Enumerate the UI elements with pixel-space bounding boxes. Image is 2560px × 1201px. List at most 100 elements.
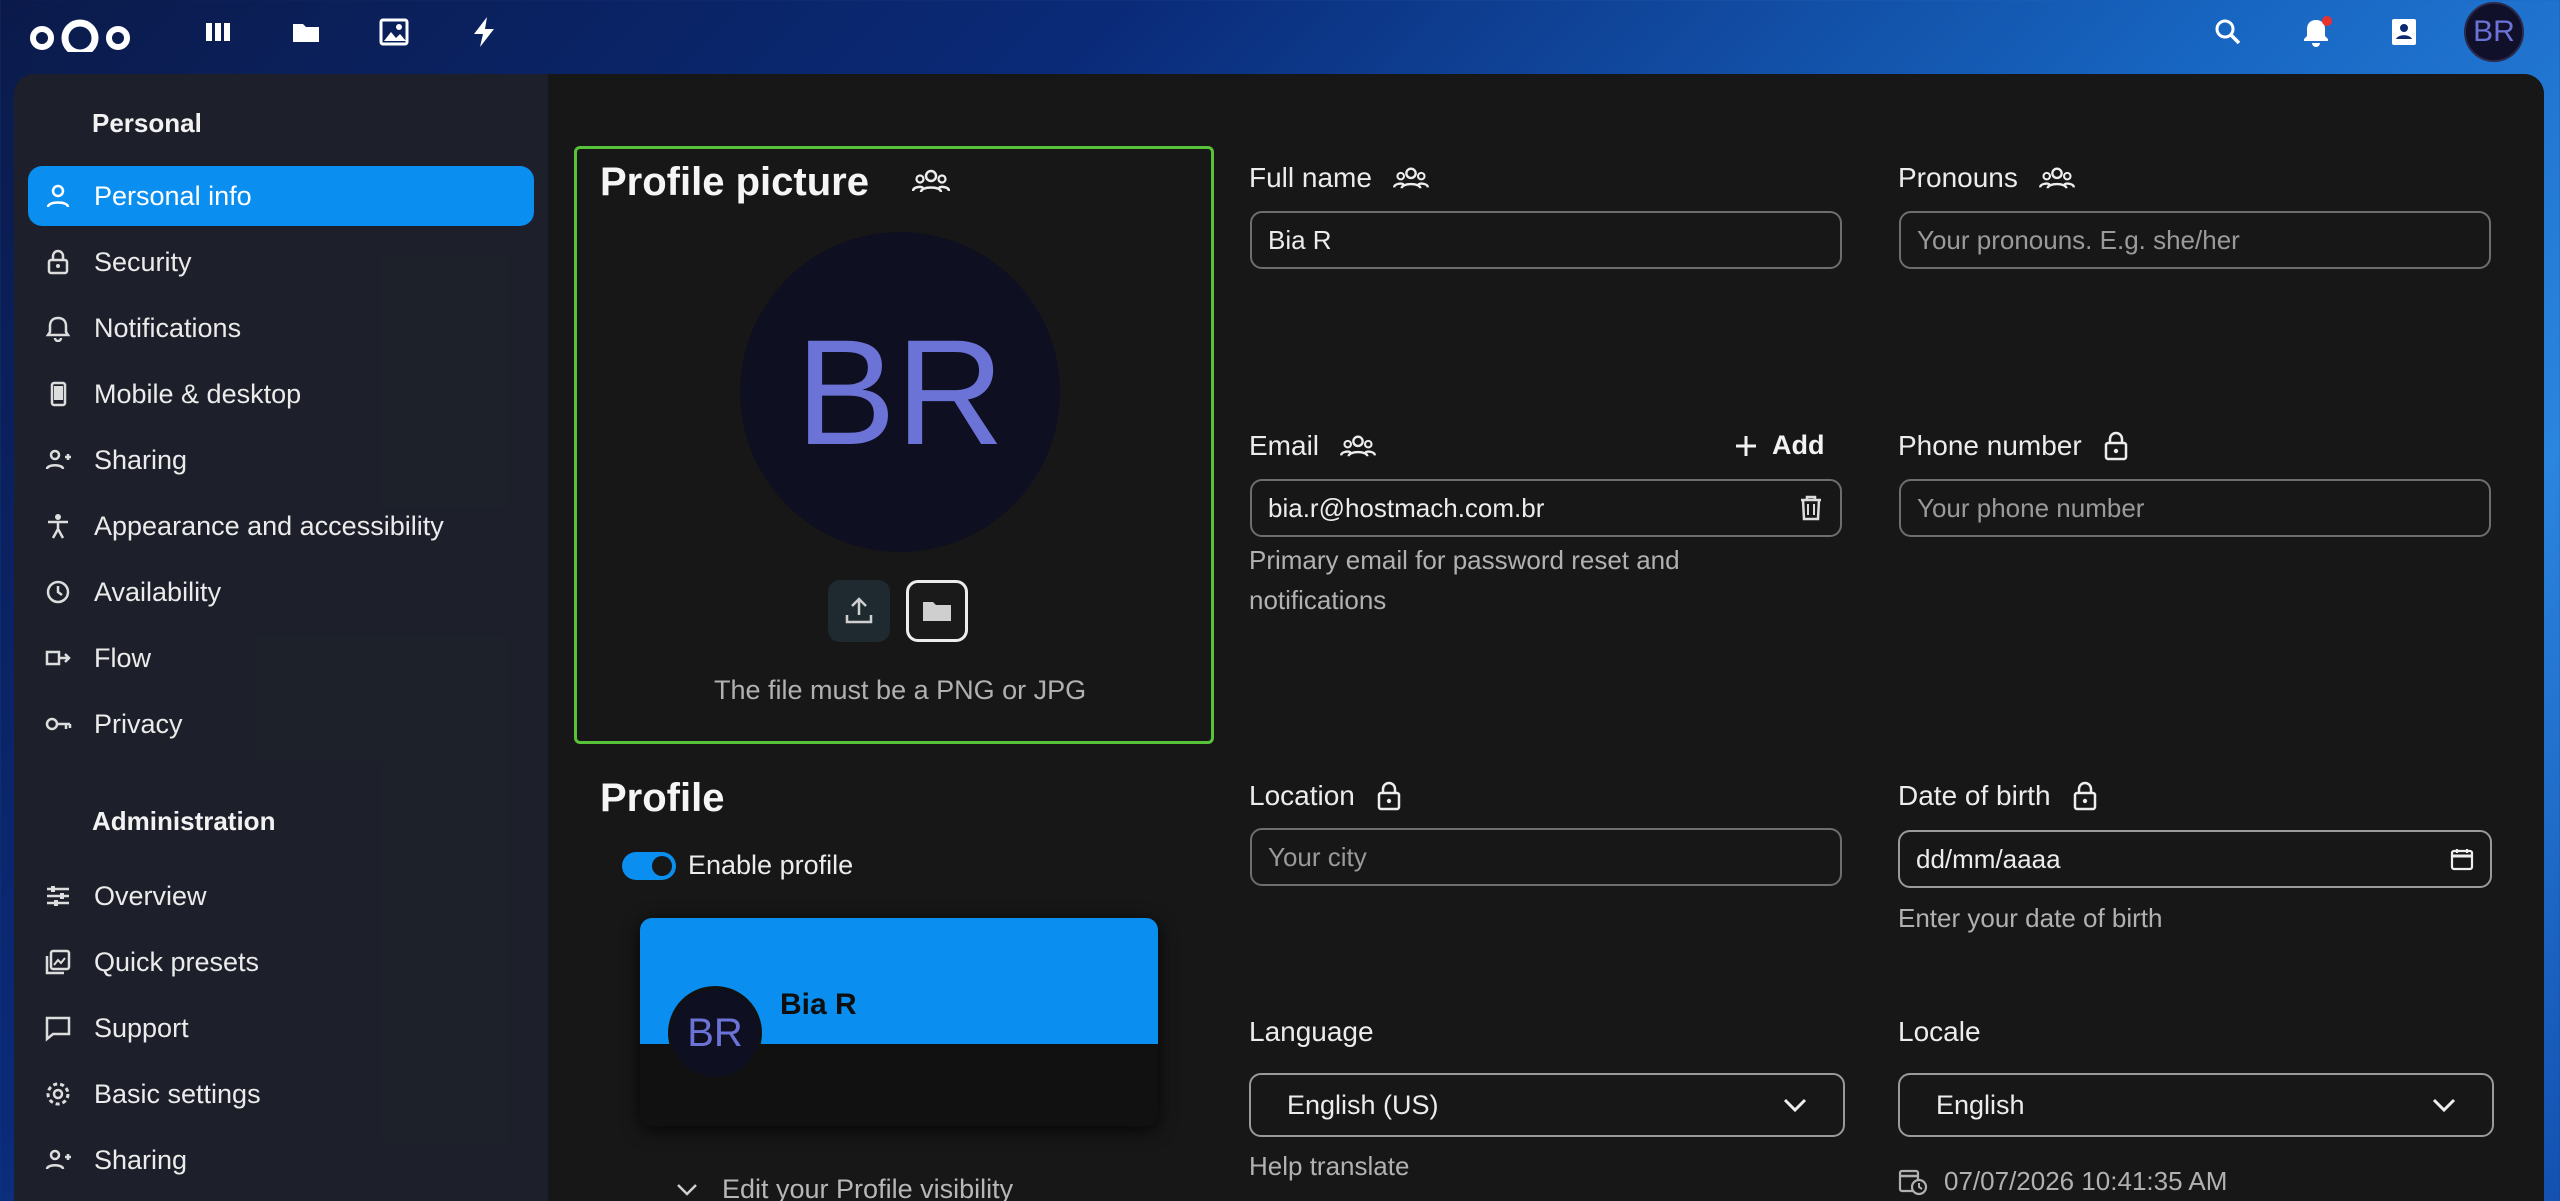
pronouns-label: Pronouns	[1898, 162, 2076, 194]
profile-picture-avatar: BR	[740, 232, 1060, 552]
sidebar-item-label: Sharing	[94, 1144, 188, 1175]
lock-icon[interactable]	[1375, 780, 1403, 812]
profile-picture-title: Profile picture	[600, 160, 869, 204]
add-email-button[interactable]: Add	[1734, 430, 1824, 461]
sidebar-item-mobile-desktop[interactable]: Mobile & desktop	[28, 364, 534, 424]
chat-icon	[42, 1012, 74, 1044]
lock-icon	[42, 246, 74, 278]
nextcloud-logo[interactable]	[24, 8, 136, 52]
sidebar-item-overview[interactable]: Overview	[28, 866, 534, 926]
clock-icon	[42, 576, 74, 608]
trash-icon[interactable]	[1798, 494, 1824, 522]
key-icon	[42, 708, 74, 740]
plus-icon	[1736, 435, 1756, 456]
administration-section-title: Administration	[92, 806, 276, 836]
activity-icon[interactable]	[464, 12, 504, 52]
top-header: BR	[0, 0, 2560, 74]
choose-from-files-button[interactable]	[906, 580, 968, 642]
location-input[interactable]: Your city	[1250, 828, 1842, 886]
sidebar-item-quick-presets[interactable]: Quick presets	[28, 932, 534, 992]
profile-section-title: Profile	[600, 776, 725, 820]
upload-picture-button[interactable]	[828, 580, 890, 642]
phone-label: Phone number	[1898, 430, 2130, 462]
language-value: English (US)	[1287, 1089, 1439, 1120]
user-avatar[interactable]: BR	[2464, 2, 2524, 62]
person-icon	[42, 180, 74, 212]
personal-section-title: Personal	[92, 108, 202, 138]
sidebar-item-label: Mobile & desktop	[94, 378, 302, 409]
dashboard-icon[interactable]	[198, 12, 238, 52]
language-select[interactable]: English (US)	[1249, 1073, 1845, 1137]
sidebar-item-security[interactable]: Security	[28, 232, 534, 292]
chevron-down-icon	[1783, 1098, 1807, 1113]
group-icon[interactable]	[911, 166, 951, 201]
profile-visibility-toggle[interactable]: Edit your Profile visibility	[676, 1174, 1013, 1201]
sidebar-item-label: Notifications	[94, 312, 242, 343]
notifications-icon[interactable]	[2294, 10, 2338, 54]
profile-preview-name: Bia R	[780, 988, 857, 1021]
dob-label: Date of birth	[1898, 780, 2099, 812]
settings-sidebar: Personal Personal info Security Notifica…	[14, 74, 548, 1201]
dob-input[interactable]: dd/mm/aaaa	[1898, 830, 2492, 888]
locale-value: English	[1936, 1089, 2025, 1120]
sidebar-item-notifications[interactable]: Notifications	[28, 298, 534, 358]
sidebar-item-appearance[interactable]: Appearance and accessibility	[28, 496, 534, 556]
search-icon[interactable]	[2206, 10, 2250, 54]
lock-icon[interactable]	[2071, 780, 2099, 812]
group-icon[interactable]	[1392, 164, 1430, 192]
chevron-down-icon	[677, 1183, 697, 1196]
email-label: Email	[1249, 430, 1377, 462]
chevron-down-icon	[2432, 1098, 2456, 1113]
sidebar-item-label: Personal info	[94, 180, 252, 211]
sidebar-item-label: Security	[94, 246, 192, 277]
sidebar-item-sharing[interactable]: Sharing	[28, 430, 534, 490]
dob-hint: Enter your date of birth	[1898, 903, 2163, 933]
lock-icon[interactable]	[2102, 430, 2130, 462]
sidebar-item-admin-sharing[interactable]: Sharing	[28, 1130, 534, 1190]
email-input[interactable]: bia.r@hostmach.com.br	[1250, 479, 1842, 537]
notification-badge	[2322, 16, 2332, 26]
enable-profile-toggle[interactable]	[622, 852, 676, 880]
location-label: Location	[1249, 780, 1403, 812]
locale-select[interactable]: English	[1898, 1073, 2494, 1137]
sidebar-item-label: Sharing	[94, 444, 188, 475]
sliders-icon	[42, 880, 74, 912]
gear-icon	[42, 1078, 74, 1110]
share-icon	[42, 1144, 74, 1176]
sidebar-item-label: Basic settings	[94, 1078, 261, 1109]
full-name-label: Full name	[1249, 162, 1430, 194]
sidebar-item-availability[interactable]: Availability	[28, 562, 534, 622]
bell-icon	[42, 312, 74, 344]
files-icon[interactable]	[286, 12, 326, 52]
profile-preview-card[interactable]: BR Bia R	[640, 918, 1158, 1126]
folder-icon	[923, 602, 951, 621]
profile-preview-avatar: BR	[668, 986, 762, 1080]
language-label: Language	[1249, 1016, 1374, 1047]
group-icon[interactable]	[1339, 432, 1377, 460]
help-translate-link[interactable]: Help translate	[1249, 1146, 1409, 1186]
calendar-icon[interactable]	[2450, 847, 2474, 871]
contacts-icon[interactable]	[2382, 10, 2426, 54]
full-name-input[interactable]: Bia R	[1250, 211, 1842, 269]
accessibility-icon	[42, 510, 74, 542]
enable-profile-label: Enable profile	[688, 850, 854, 880]
locale-label: Locale	[1898, 1016, 1981, 1047]
sidebar-item-personal-info[interactable]: Personal info	[28, 166, 534, 226]
sidebar-item-label: Availability	[94, 576, 222, 607]
sidebar-item-label: Appearance and accessibility	[94, 510, 444, 541]
sidebar-item-privacy[interactable]: Privacy	[28, 694, 534, 754]
sidebar-item-basic-settings[interactable]: Basic settings	[28, 1064, 534, 1124]
email-hint: Primary email for password reset and not…	[1249, 545, 1680, 615]
phone-input[interactable]: Your phone number	[1899, 479, 2491, 537]
pronouns-input[interactable]: Your pronouns. E.g. she/her	[1899, 211, 2491, 269]
photos-icon[interactable]	[374, 12, 414, 52]
profile-visibility-label: Edit your Profile visibility	[722, 1174, 1014, 1201]
upload-icon	[845, 597, 873, 624]
dob-value: dd/mm/aaaa	[1916, 843, 2061, 874]
file-type-hint: The file must be a PNG or JPG	[714, 675, 1087, 705]
sidebar-item-label: Support	[94, 1012, 189, 1043]
sidebar-item-flow[interactable]: Flow	[28, 628, 534, 688]
presets-icon	[42, 946, 74, 978]
group-icon[interactable]	[2038, 164, 2076, 192]
sidebar-item-support[interactable]: Support	[28, 998, 534, 1058]
